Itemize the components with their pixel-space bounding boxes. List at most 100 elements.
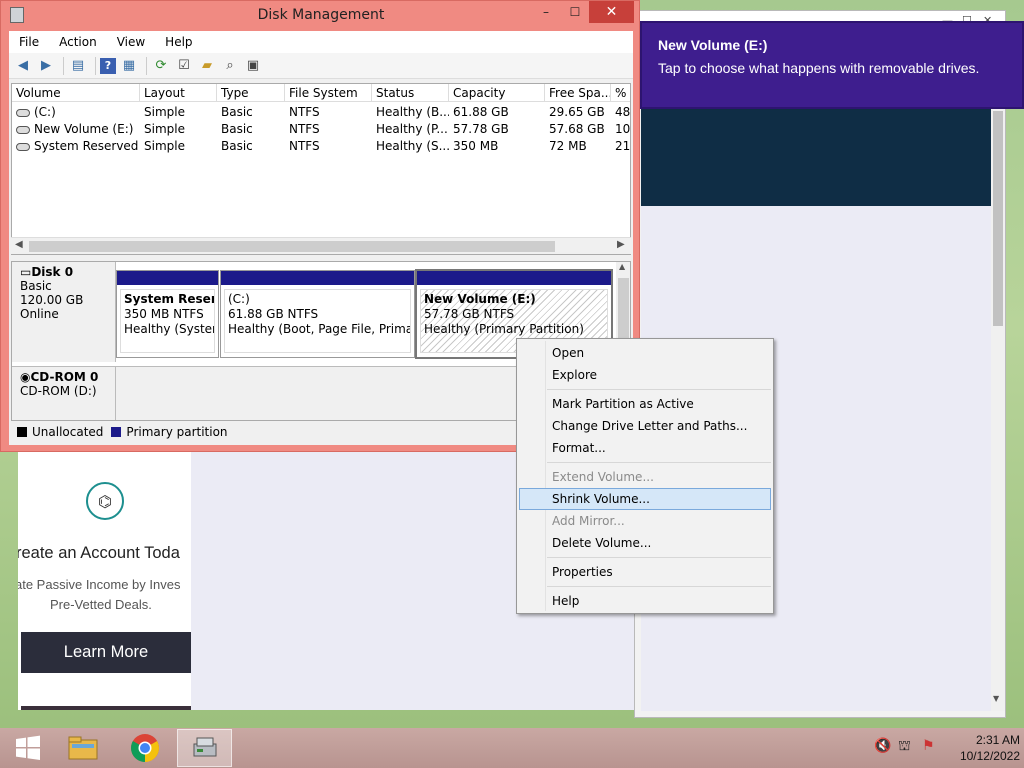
partition-system-reserved[interactable]: System Reserve 350 MB NTFS Healthy (Syst… [116, 270, 219, 358]
scrollbar-thumb[interactable] [618, 278, 629, 342]
page-scrollbar-thumb[interactable] [993, 111, 1003, 326]
partition-c[interactable]: (C:) 61.88 GB NTFS Healthy (Boot, Page F… [220, 270, 415, 358]
layout-cell: Simple [144, 139, 185, 153]
volume-list-horizontal-scrollbar[interactable]: ◀ ▶ [11, 237, 631, 254]
system-clock[interactable]: 2:31 AM 10/12/2022 [940, 732, 1020, 764]
refresh-icon[interactable]: ⟳ [151, 56, 171, 76]
scroll-down-arrow-icon[interactable]: ▼ [993, 694, 999, 703]
legend-primary-partition: Primary partition [126, 425, 228, 439]
start-icon [15, 735, 40, 760]
page-dark-banner [641, 101, 991, 206]
menu-item-shrink-volume[interactable]: Shrink Volume... [519, 488, 771, 510]
menu-item-change-drive-letter[interactable]: Change Drive Letter and Paths... [519, 415, 771, 437]
type-cell: Basic [221, 122, 253, 136]
open-icon[interactable]: ▰ [197, 56, 217, 76]
ad-heading: reate an Account Toda [18, 544, 180, 562]
disk-management-taskbar-button[interactable] [177, 729, 232, 767]
free-space-cell: 57.68 GB [549, 122, 605, 136]
ad-subtext-2: Pre-Vetted Deals. [50, 597, 152, 612]
column-header-status[interactable]: Status [372, 84, 449, 102]
menu-separator [547, 389, 771, 390]
notification-message: Tap to choose what happens with removabl… [658, 60, 980, 76]
wizard-icon[interactable]: ▣ [243, 56, 263, 76]
ad-divider [21, 706, 191, 710]
column-header-type[interactable]: Type [217, 84, 285, 102]
menu-item-help[interactable]: Help [519, 590, 771, 612]
start-button[interactable] [0, 729, 55, 767]
primary-partition-swatch [111, 427, 122, 437]
layout-cell: Simple [144, 105, 185, 119]
brand-logo-icon: ⌬ [86, 482, 124, 520]
scroll-right-arrow-icon[interactable]: ▶ [617, 239, 625, 250]
primary-partition-bar [117, 271, 218, 285]
status-cell: Healthy (B... [376, 105, 449, 119]
volume-cell: New Volume (E:) [12, 121, 140, 138]
file-system-cell: NTFS [289, 105, 320, 119]
partition-name: System Reserve [124, 292, 214, 306]
minimize-button[interactable]: – [531, 1, 561, 23]
primary-partition-bar [221, 271, 414, 285]
chrome-button[interactable] [117, 729, 172, 767]
removable-drive-notification[interactable]: New Volume (E:) Tap to choose what happe… [640, 21, 1024, 109]
volume-list: Volume Layout Type File System Status Ca… [11, 83, 631, 255]
close-button[interactable]: ✕ [589, 1, 634, 23]
forward-icon[interactable]: ▶ [36, 56, 56, 76]
menu-item-extend-volume: Extend Volume... [552, 470, 654, 484]
properties-icon[interactable]: ▤ [68, 56, 88, 76]
rescan-icon[interactable]: ☑ [174, 56, 194, 76]
search-icon[interactable]: ⌕ [220, 56, 240, 76]
menu-item-mark-active[interactable]: Mark Partition as Active [519, 393, 771, 415]
scroll-up-arrow-icon[interactable]: ▲ [619, 262, 625, 271]
details-icon[interactable]: ▦ [119, 56, 139, 76]
scroll-left-arrow-icon[interactable]: ◀ [15, 239, 23, 250]
menu-item-add-mirror: Add Mirror... [552, 514, 625, 528]
file-explorer-button[interactable] [55, 729, 110, 767]
volume-cell: System Reserved [12, 138, 140, 155]
learn-more-button[interactable]: Learn More [21, 632, 191, 673]
menu-separator [547, 586, 771, 587]
column-header-percent-free[interactable]: % F [611, 84, 630, 102]
partition-name: (C:) [228, 292, 250, 306]
back-icon[interactable]: ◀ [13, 56, 33, 76]
legend-unallocated: Unallocated [32, 425, 104, 439]
menu-item-open[interactable]: Open [519, 342, 771, 364]
menu-item-explore[interactable]: Explore [519, 364, 771, 386]
table-row[interactable]: System Reserved Simple Basic NTFS Health… [12, 138, 630, 155]
menu-action[interactable]: Action [49, 35, 107, 49]
menu-file[interactable]: File [9, 35, 49, 49]
clock-date: 10/12/2022 [959, 749, 1020, 763]
volume-name: System Reserved [34, 139, 139, 153]
action-center-icon[interactable]: ⚑ [922, 738, 935, 754]
scrollbar-thumb[interactable] [29, 241, 555, 252]
file-system-cell: NTFS [289, 139, 320, 153]
layout-cell: Simple [144, 122, 185, 136]
column-header-volume[interactable]: Volume [12, 84, 140, 102]
menu-help[interactable]: Help [155, 35, 202, 49]
partition-details: System Reserve 350 MB NTFS Healthy (Syst… [120, 289, 215, 353]
menu-item-delete-volume[interactable]: Delete Volume... [519, 532, 771, 554]
menu-item-properties[interactable]: Properties [519, 561, 771, 583]
volume-drive-icon [16, 142, 30, 151]
column-header-file-system[interactable]: File System [285, 84, 372, 102]
column-header-capacity[interactable]: Capacity [449, 84, 545, 102]
volume-name: New Volume (E:) [34, 122, 134, 136]
help-icon[interactable]: ? [100, 57, 116, 74]
column-header-free-space[interactable]: Free Spa... [545, 84, 611, 102]
maximize-button[interactable]: ☐ [561, 1, 589, 23]
disk-kind: Basic [20, 279, 52, 293]
menu-bar: File Action View Help [9, 31, 633, 53]
cdrom-0-label[interactable]: ◉CD-ROM 0 CD-ROM (D:) [12, 366, 116, 420]
table-row[interactable]: New Volume (E:) Simple Basic NTFS Health… [12, 121, 630, 138]
volume-drive-icon [16, 125, 30, 134]
menu-view[interactable]: View [107, 35, 155, 49]
column-header-layout[interactable]: Layout [140, 84, 217, 102]
network-icon[interactable]: ⛫ [898, 738, 911, 756]
volume-muted-icon[interactable]: 🔇 [874, 738, 891, 754]
disk-0-label[interactable]: ▭Disk 0 Basic 120.00 GB Online [12, 262, 116, 362]
table-row[interactable]: (C:) Simple Basic NTFS Healthy (B... 61.… [12, 104, 630, 121]
advertisement-panel: ⌬ reate an Account Toda ate Passive Inco… [18, 452, 191, 710]
menu-item-format[interactable]: Format... [519, 437, 771, 459]
ad-subtext: ate Passive Income by Inves [18, 577, 181, 592]
free-space-cell: 72 MB [549, 139, 587, 153]
partition-details: (C:) 61.88 GB NTFS Healthy (Boot, Page F… [224, 289, 411, 353]
